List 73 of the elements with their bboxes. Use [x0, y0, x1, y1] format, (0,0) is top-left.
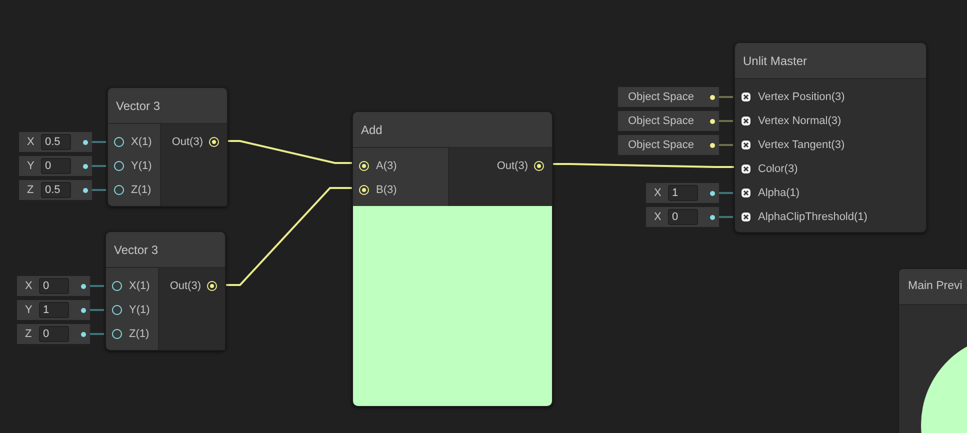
value-input[interactable]: 0 [668, 209, 698, 225]
value-input[interactable]: 0.5 [41, 134, 71, 150]
connector-line [90, 309, 104, 311]
input-port-icon[interactable] [359, 185, 369, 195]
port-label: Vertex Tangent(3) [758, 138, 845, 153]
connector-line [90, 333, 104, 335]
field-label: X [27, 134, 35, 150]
input-port-icon[interactable] [114, 185, 124, 195]
field-label: Y [27, 158, 35, 174]
connector-line [719, 216, 733, 218]
value-input[interactable]: 1 [668, 185, 698, 201]
connector-line [92, 141, 106, 143]
field-label: X [25, 278, 33, 294]
connector-line [719, 192, 733, 194]
port-label: Out(3) [496, 158, 528, 174]
port-label: Color(3) [758, 162, 798, 177]
port-label: X(1) [131, 134, 152, 150]
field-label: X [654, 210, 662, 225]
node-title: Unlit Master [743, 52, 808, 70]
port-label: B(3) [376, 182, 397, 198]
field-label: Y [25, 302, 33, 318]
port-label: AlphaClipThreshold(1) [758, 210, 868, 225]
port-label: A(3) [376, 158, 397, 174]
port-label: Y(1) [129, 302, 150, 318]
space-dropdown[interactable]: Object Space [618, 111, 719, 131]
input-port-icon[interactable] [741, 212, 751, 222]
node-title: Add [361, 122, 382, 138]
input-port-icon[interactable] [359, 161, 369, 171]
port-label: Alpha(1) [758, 186, 800, 201]
input-port-icon[interactable] [114, 137, 124, 147]
field-label: X [654, 186, 662, 201]
space-dropdown[interactable]: Object Space [618, 135, 719, 155]
output-port-icon[interactable] [209, 137, 219, 147]
input-port-icon[interactable] [741, 188, 751, 198]
port-label: Y(1) [131, 158, 152, 174]
output-port-icon[interactable] [534, 161, 544, 171]
field-label: Z [27, 182, 35, 198]
dropdown-value: Object Space [628, 138, 694, 153]
port-label: X(1) [129, 278, 150, 294]
port-label: Vertex Normal(3) [758, 114, 842, 129]
dropdown-value: Object Space [628, 90, 694, 105]
input-port-icon[interactable] [741, 140, 751, 150]
input-port-icon[interactable] [741, 92, 751, 102]
input-port-icon[interactable] [112, 305, 122, 315]
input-port-icon[interactable] [114, 161, 124, 171]
connector-line [719, 120, 733, 122]
value-input[interactable]: 0.5 [41, 182, 71, 198]
port-label: Out(3) [172, 134, 203, 150]
input-port-icon[interactable] [112, 281, 122, 291]
input-port-icon[interactable] [112, 329, 122, 339]
value-input[interactable]: 0 [39, 326, 69, 342]
output-port-icon[interactable] [207, 281, 217, 291]
field-label: Z [25, 326, 33, 342]
node-title: Vector 3 [116, 98, 160, 114]
port-label: Z(1) [129, 326, 150, 342]
port-label: Z(1) [131, 182, 152, 198]
connector-line [90, 285, 104, 287]
port-label: Out(3) [170, 278, 201, 294]
value-input[interactable]: 0 [41, 158, 71, 174]
add-node[interactable]: Add A(3) B(3) Out(3) [352, 111, 553, 407]
input-port-icon[interactable] [741, 164, 751, 174]
value-input[interactable]: 0 [39, 278, 69, 294]
node-title: Vector 3 [114, 242, 158, 258]
connector-line [92, 165, 106, 167]
connector-line [92, 189, 106, 191]
dropdown-value: Object Space [628, 114, 694, 129]
panel-title: Main Previ [908, 278, 962, 294]
connector-line [719, 96, 733, 98]
space-dropdown[interactable]: Object Space [618, 87, 719, 107]
value-input[interactable]: 1 [39, 302, 69, 318]
connector-line [719, 144, 733, 146]
port-label: Vertex Position(3) [758, 90, 845, 105]
input-port-icon[interactable] [741, 116, 751, 126]
